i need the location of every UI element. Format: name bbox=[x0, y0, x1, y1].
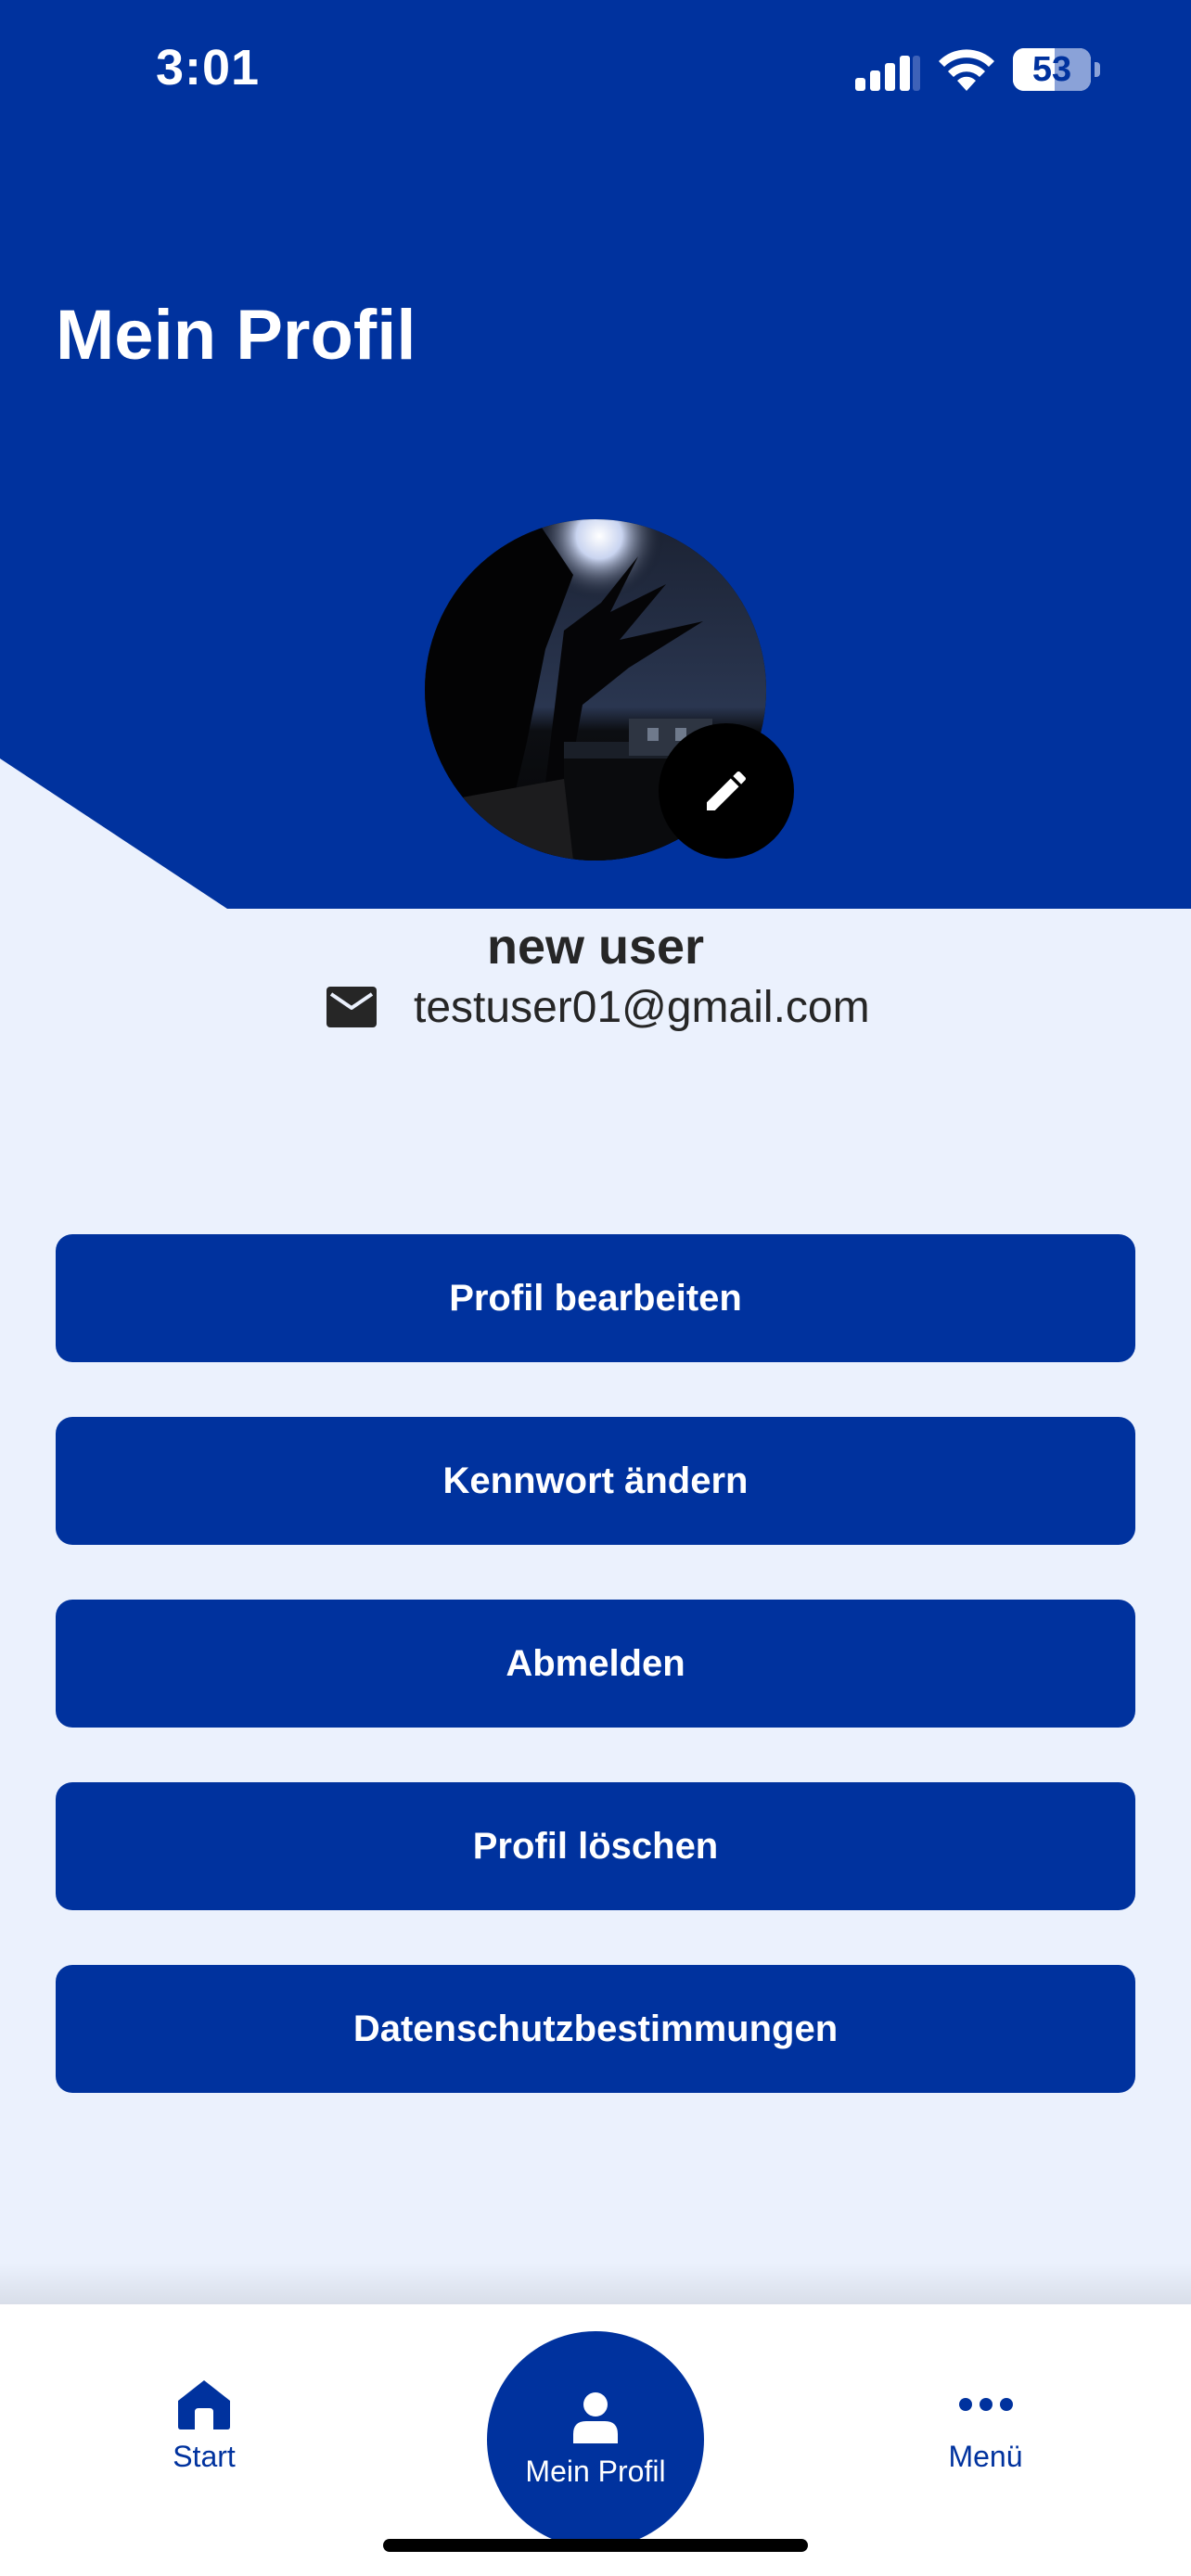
envelope-icon bbox=[327, 987, 377, 1027]
signal-icon bbox=[855, 56, 920, 91]
privacy-policy-button[interactable]: Datenschutzbestimmungen bbox=[56, 1965, 1135, 2093]
tab-my-profile-label: Mein Profil bbox=[525, 2454, 666, 2488]
page-title: Mein Profil bbox=[56, 296, 416, 375]
tab-menu[interactable]: Menü bbox=[928, 2378, 1044, 2474]
logout-button[interactable]: Abmelden bbox=[56, 1600, 1135, 1728]
home-indicator bbox=[383, 2539, 808, 2552]
edit-avatar-button[interactable] bbox=[659, 723, 794, 859]
pencil-icon bbox=[707, 771, 747, 810]
more-dots-icon bbox=[958, 2398, 1013, 2411]
tabbar-shadow bbox=[0, 2263, 1191, 2304]
battery-icon: 53 bbox=[1013, 48, 1091, 91]
email-row: testuser01@gmail.com bbox=[327, 977, 870, 1037]
tab-my-profile[interactable]: Mein Profil bbox=[487, 2331, 704, 2548]
tab-start[interactable]: Start bbox=[148, 2378, 260, 2474]
user-email: testuser01@gmail.com bbox=[414, 982, 870, 1032]
status-time: 3:01 bbox=[156, 40, 261, 96]
battery-nub bbox=[1095, 62, 1100, 77]
battery-percentage: 53 bbox=[1031, 49, 1072, 89]
edit-profile-button[interactable]: Profil bearbeiten bbox=[56, 1234, 1135, 1362]
person-icon bbox=[573, 2391, 618, 2443]
wifi-icon bbox=[939, 49, 994, 91]
status-bar: 3:01 53 bbox=[0, 0, 1191, 139]
tab-menu-label: Menü bbox=[948, 2440, 1023, 2473]
tab-start-label: Start bbox=[173, 2440, 236, 2473]
change-password-button[interactable]: Kennwort ändern bbox=[56, 1417, 1135, 1545]
home-icon bbox=[178, 2380, 230, 2429]
user-name: new user bbox=[486, 919, 705, 975]
delete-profile-button[interactable]: Profil löschen bbox=[56, 1782, 1135, 1910]
